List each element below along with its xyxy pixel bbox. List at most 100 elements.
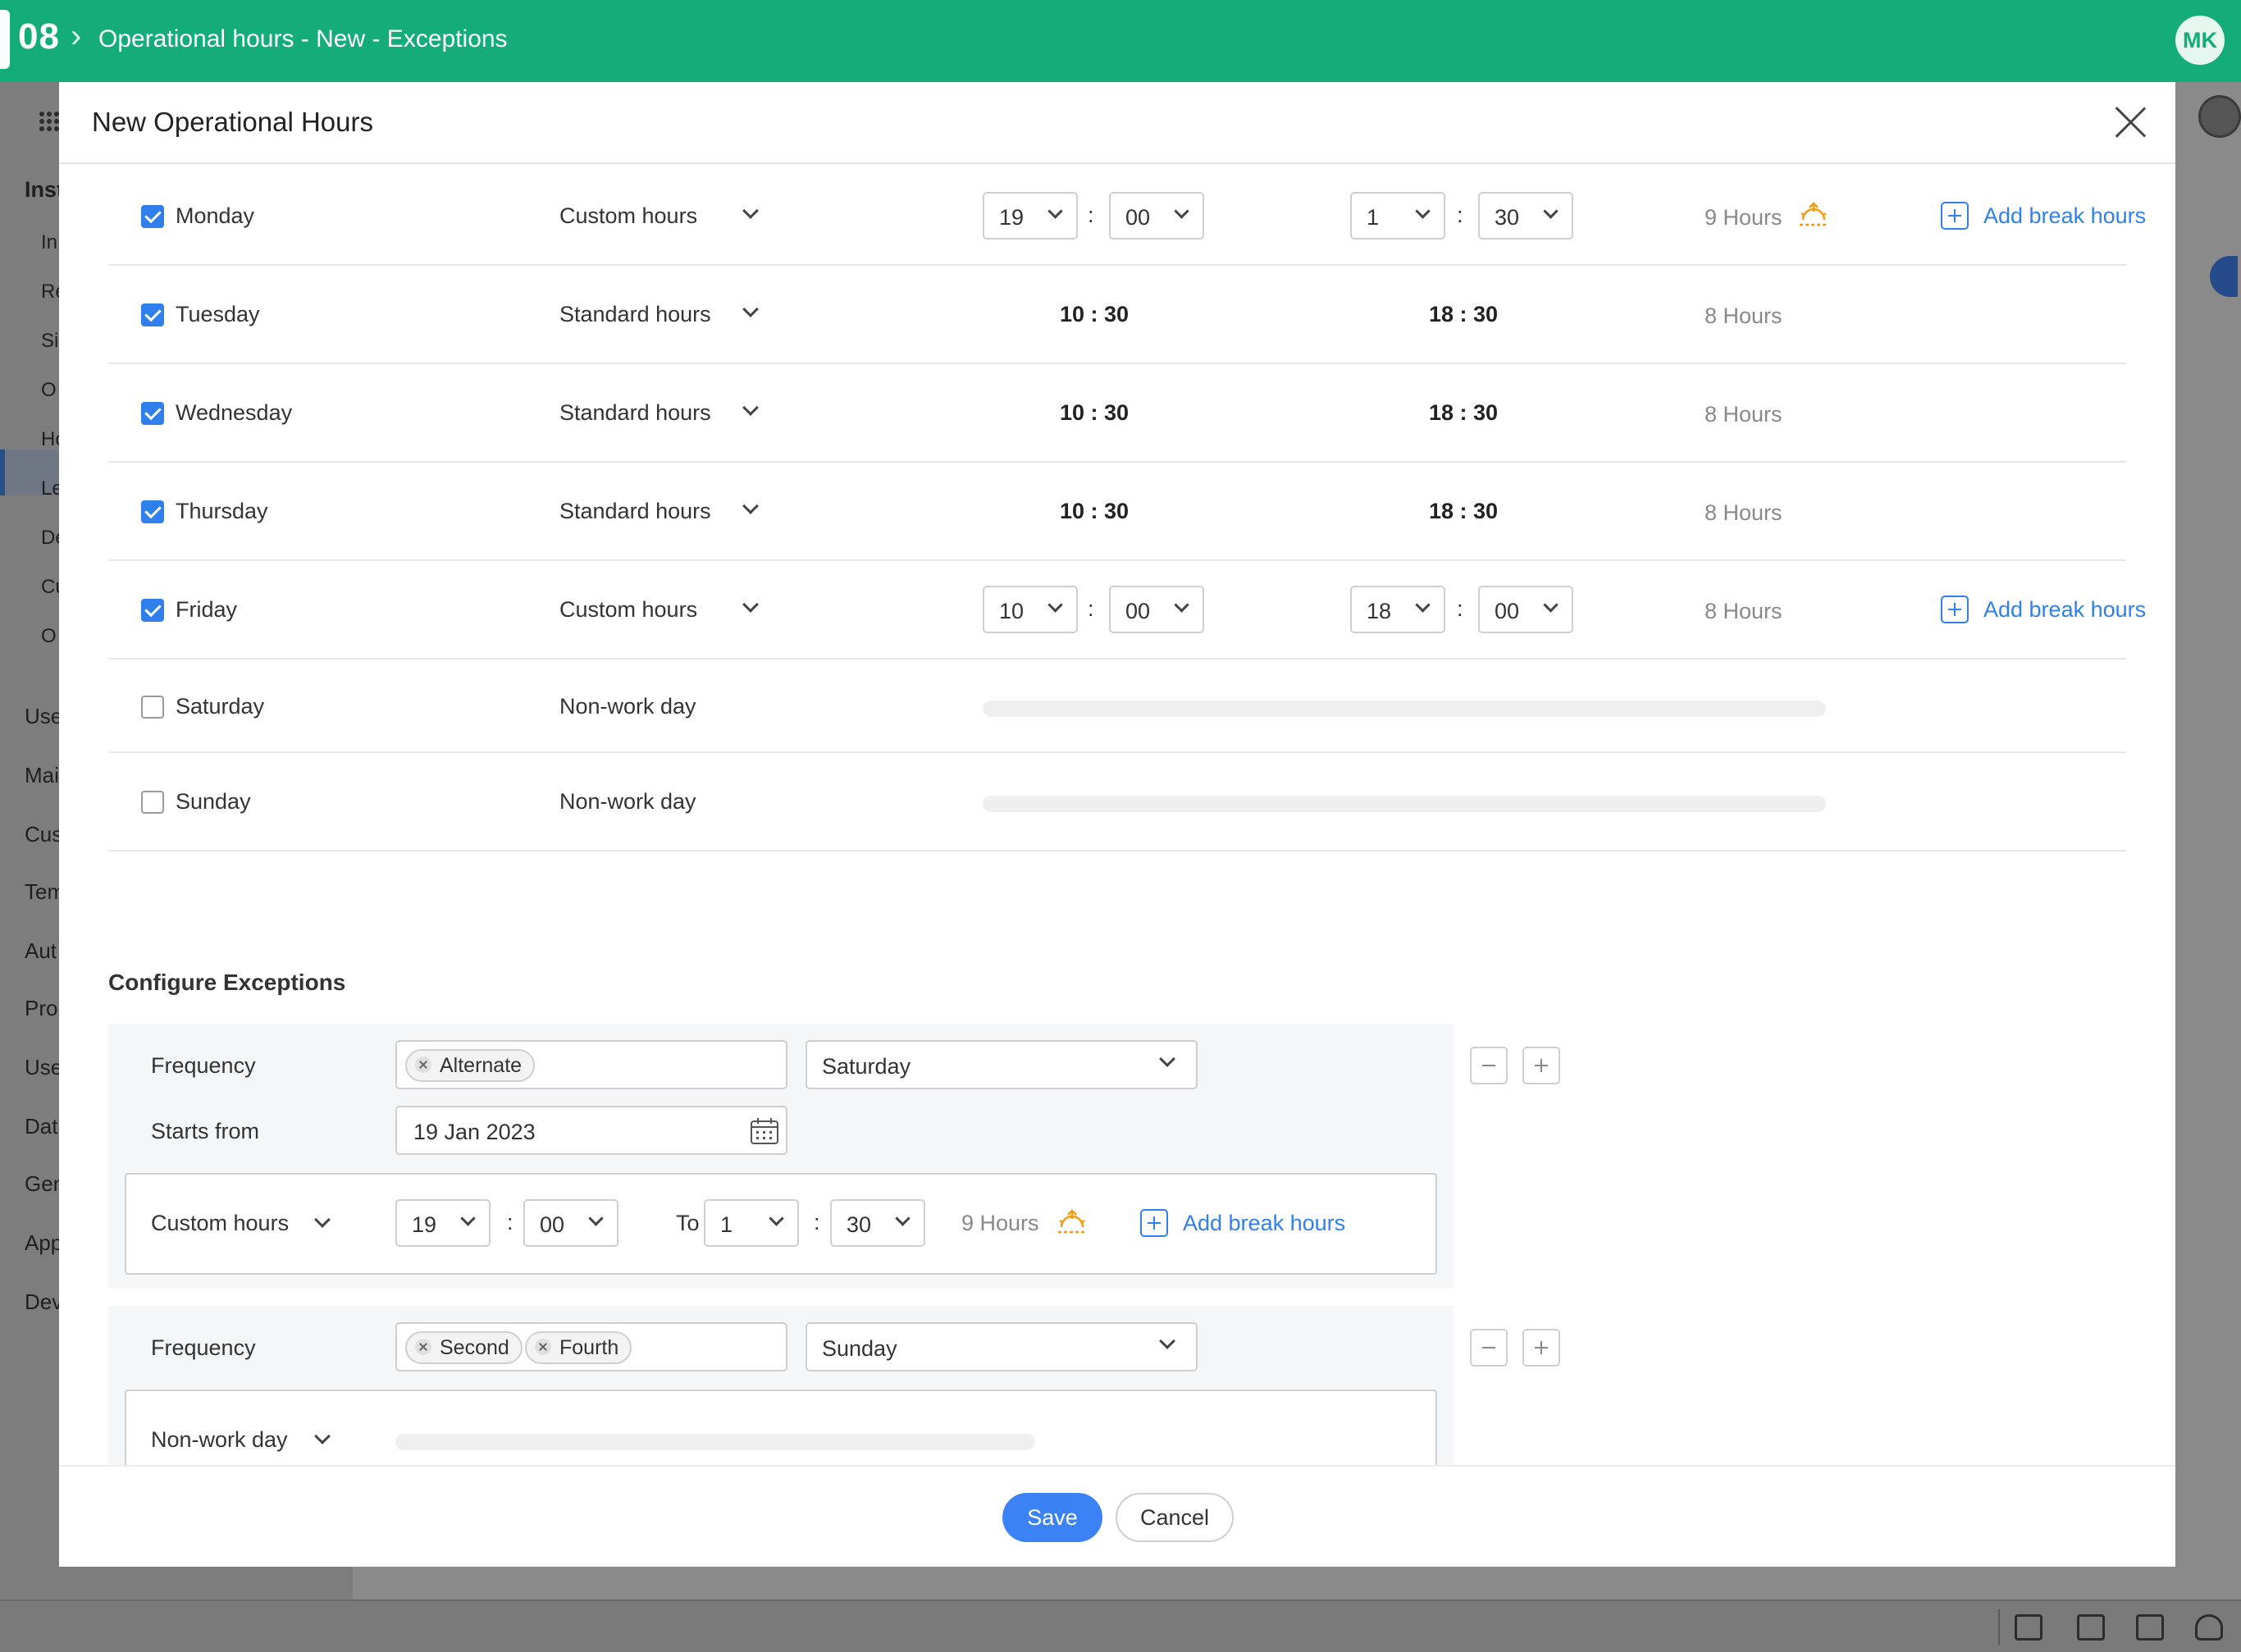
remove-tag-icon[interactable] [535, 1339, 551, 1355]
sidebar-item[interactable]: Si [41, 330, 58, 353]
frequency-tag[interactable]: Second [405, 1331, 523, 1364]
starts-from-label: Starts from [151, 1119, 260, 1143]
end-minute-select[interactable]: 30 [1478, 192, 1573, 240]
weekday-value: Saturday [822, 1054, 911, 1079]
day-name: Friday [176, 597, 238, 622]
tag-label: Fourth [559, 1336, 619, 1359]
sidebar-item[interactable]: Mai [25, 763, 59, 788]
avatar[interactable]: MK [2175, 16, 2225, 65]
start-hour-select[interactable]: 10 [983, 586, 1078, 633]
chevron-down-icon [1159, 1333, 1175, 1349]
hours-type-select[interactable]: Non-work day [151, 1427, 331, 1453]
background-footer-bar [0, 1600, 2241, 1652]
start-hour-select[interactable]: 19 [983, 192, 1078, 240]
translate-icon[interactable] [2015, 1614, 2042, 1641]
sidebar-item[interactable]: Inst [25, 177, 64, 203]
day-checkbox[interactable] [141, 205, 164, 228]
end-hour-select[interactable]: 18 [1350, 586, 1445, 633]
hours-type-value: Non-work day [151, 1427, 288, 1452]
start-minute-value: 00 [540, 1212, 565, 1237]
start-minute-select[interactable]: 00 [1109, 586, 1204, 633]
sidebar-item[interactable]: Dat [25, 1114, 57, 1139]
end-hour-select[interactable]: 1 [704, 1199, 799, 1247]
calendar-icon[interactable] [750, 1117, 779, 1145]
sidebar-item[interactable]: O [41, 625, 57, 648]
day-checkbox[interactable] [141, 303, 164, 326]
day-row-saturday: Saturday Non-work day [108, 659, 2126, 753]
hours-type-value: Standard hours [559, 302, 711, 326]
end-hour-value: 18 [1367, 599, 1392, 623]
hours-type-select[interactable]: Custom hours [559, 200, 759, 233]
hours-type-select[interactable]: Custom hours [151, 1211, 331, 1236]
hours-type-select[interactable]: Custom hours [559, 594, 759, 627]
chevron-down-icon [1047, 597, 1063, 613]
new-operational-hours-dialog: New Operational Hours Monday Custom hour… [59, 82, 2175, 1567]
chevron-down-icon [742, 203, 759, 219]
start-date-value: 19 Jan 2023 [413, 1120, 536, 1144]
end-minute-select[interactable]: 00 [1478, 586, 1573, 633]
day-name: Wednesday [176, 400, 293, 425]
start-time: 10 : 30 [1060, 302, 1130, 326]
hours-type-select[interactable]: Standard hours [559, 299, 759, 331]
end-hour-select[interactable]: 1 [1350, 192, 1445, 240]
add-exception-button[interactable] [1522, 1329, 1560, 1367]
add-break-hours-label: Add break hours [1983, 203, 2147, 228]
hours-type-value: Standard hours [559, 400, 711, 425]
remove-tag-icon[interactable] [415, 1339, 431, 1355]
sidebar-item[interactable]: Use [25, 1055, 62, 1080]
chevron-down-icon [1174, 597, 1189, 613]
chevron-down-icon [1415, 203, 1431, 219]
hours-type-select[interactable]: Standard hours [559, 397, 759, 430]
sidebar-item[interactable]: Aut [25, 938, 57, 964]
day-checkbox[interactable] [141, 402, 164, 425]
end-minute-select[interactable]: 30 [830, 1199, 925, 1247]
weekday-select[interactable]: Saturday [806, 1040, 1198, 1089]
day-row-friday: Friday Custom hours 10 : 00 18 : 00 8 Ho… [108, 561, 2146, 659]
end-minute-value: 00 [1495, 599, 1520, 623]
end-hour-value: 1 [720, 1212, 733, 1237]
total-hours: 9 Hours [961, 1211, 1039, 1235]
cancel-button[interactable]: Cancel [1116, 1493, 1234, 1542]
end-time: 18 : 30 [1429, 302, 1499, 326]
chat-icon[interactable] [2136, 1614, 2164, 1641]
chevron-down-icon [742, 596, 759, 613]
notes-icon[interactable] [2077, 1614, 2105, 1641]
sidebar-item[interactable]: App [25, 1230, 62, 1256]
remove-exception-button[interactable] [1470, 1047, 1508, 1084]
sidebar-item[interactable]: In [41, 231, 57, 254]
start-date-input[interactable]: 19 Jan 2023 [395, 1106, 787, 1155]
start-hour-select[interactable]: 19 [395, 1199, 491, 1247]
day-checkbox[interactable] [141, 696, 164, 719]
add-exception-button[interactable] [1522, 1047, 1560, 1084]
close-icon[interactable] [2113, 105, 2147, 139]
remove-exception-button[interactable] [1470, 1329, 1508, 1367]
remove-tag-icon[interactable] [415, 1056, 431, 1073]
sidebar-item[interactable]: Use [25, 704, 62, 729]
day-checkbox[interactable] [141, 599, 164, 622]
time-separator: : [507, 1210, 513, 1234]
frequency-tag-input[interactable]: Second Fourth [395, 1322, 787, 1371]
start-time: 10 : 30 [1060, 499, 1130, 523]
hours-type-select[interactable]: Standard hours [559, 495, 759, 528]
sidebar-item[interactable]: Dev [25, 1289, 62, 1315]
end-time: 18 : 30 [1429, 499, 1499, 523]
start-minute-select[interactable]: 00 [1109, 192, 1204, 240]
hours-type-value: Standard hours [559, 499, 711, 523]
sidebar-item[interactable]: O [41, 379, 57, 402]
day-checkbox[interactable] [141, 791, 164, 814]
weekday-select[interactable]: Sunday [806, 1322, 1198, 1371]
tag-label: Alternate [440, 1054, 523, 1077]
total-hours: 8 Hours [1705, 303, 1782, 328]
day-checkbox[interactable] [141, 500, 164, 523]
start-time: 10 : 30 [1060, 400, 1130, 425]
save-button[interactable]: Save [1002, 1493, 1102, 1542]
start-minute-select[interactable]: 00 [523, 1199, 618, 1247]
frequency-tag-input[interactable]: Alternate [395, 1040, 787, 1089]
bulb-icon[interactable] [2195, 1614, 2223, 1641]
hours-type-select[interactable]: Non-work day [559, 691, 756, 723]
sidebar-item[interactable]: Prol [25, 996, 62, 1021]
sidebar-item[interactable]: Cus [25, 822, 62, 847]
hours-type-select[interactable]: Non-work day [559, 786, 756, 819]
frequency-tag[interactable]: Alternate [405, 1049, 536, 1082]
frequency-tag[interactable]: Fourth [525, 1331, 632, 1364]
